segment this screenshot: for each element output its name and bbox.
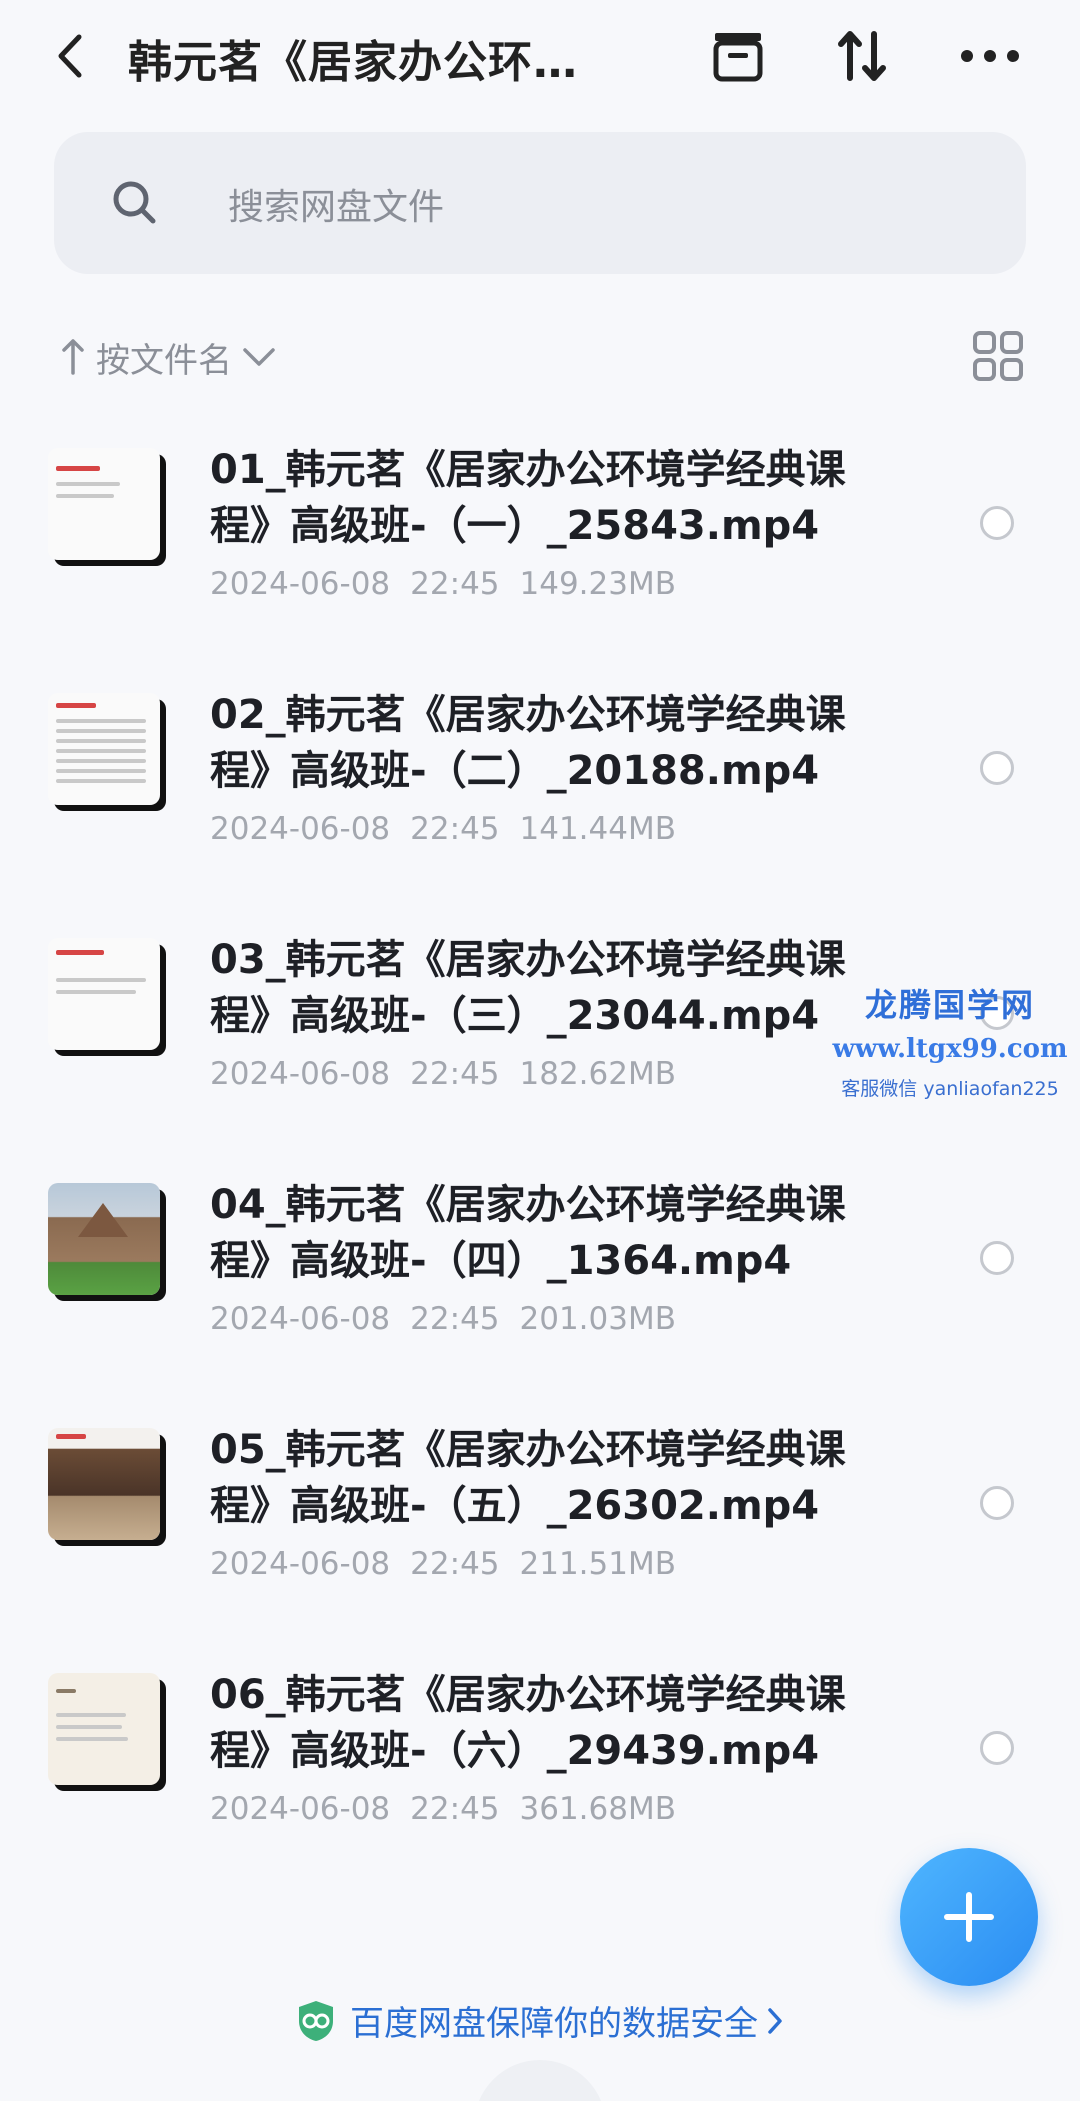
file-time: 22:45 (410, 1791, 500, 1827)
plus-icon (944, 1892, 994, 1942)
file-meta: 2024-06-08 22:45 141.44MB (210, 811, 696, 847)
list-item[interactable]: 06_韩元茗《居家办公环境学经典课程》高级班-（六）_29439.mp4 202… (0, 1645, 1080, 1890)
file-size: 141.44MB (519, 811, 676, 847)
file-size: 182.62MB (519, 1056, 676, 1092)
file-name: 02_韩元茗《居家办公环境学经典课程》高级班-（二）_20188.mp4 (210, 692, 846, 794)
chevron-right-icon (768, 2007, 782, 2034)
video-thumbnail (48, 938, 160, 1050)
file-time: 22:45 (410, 1056, 500, 1092)
file-size: 211.51MB (519, 1546, 676, 1582)
list-item[interactable]: 04_韩元茗《居家办公环境学经典课程》高级班-（四）_1364.mp4 2024… (0, 1155, 1080, 1400)
select-checkbox[interactable] (980, 1241, 1014, 1275)
security-text: 百度网盘保障你的数据安全 (350, 2004, 758, 2044)
arrow-up-icon (62, 339, 84, 375)
nav-handle (474, 2060, 606, 2101)
video-thumbnail (48, 448, 160, 560)
file-meta: 2024-06-08 22:45 149.23MB (210, 566, 696, 602)
file-size: 361.68MB (519, 1791, 676, 1827)
file-date: 2024-06-08 (210, 1056, 391, 1092)
video-thumbnail (48, 1673, 160, 1785)
select-checkbox[interactable] (980, 1486, 1014, 1520)
watermark-name: 龙腾国学网 (864, 986, 1035, 1024)
file-date: 2024-06-08 (210, 566, 391, 602)
search-input[interactable]: 搜索网盘文件 (54, 132, 1026, 274)
file-name: 01_韩元茗《居家办公环境学经典课程》高级班-（一）_25843.mp4 (210, 447, 846, 549)
sort-label: 按文件名 (96, 340, 232, 381)
search-placeholder: 搜索网盘文件 (228, 187, 445, 228)
security-banner[interactable]: 百度网盘保障你的数据安全 (0, 1996, 1080, 2045)
sort-selector[interactable]: 按文件名 (60, 332, 276, 382)
select-checkbox[interactable] (980, 1731, 1014, 1765)
file-name: 06_韩元茗《居家办公环境学经典课程》高级班-（六）_29439.mp4 (210, 1672, 846, 1774)
file-date: 2024-06-08 (210, 811, 391, 847)
list-item[interactable]: 02_韩元茗《居家办公环境学经典课程》高级班-（二）_20188.mp4 202… (0, 665, 1080, 910)
file-time: 22:45 (410, 1546, 500, 1582)
watermark: 龙腾国学网 www.ltgx99.com 客服微信 yanliaofan225 (830, 980, 1070, 1101)
archive-icon[interactable] (706, 24, 770, 88)
file-meta: 2024-06-08 22:45 211.51MB (210, 1546, 696, 1582)
back-icon[interactable] (50, 28, 90, 84)
file-name: 04_韩元茗《居家办公环境学经典课程》高级班-（四）_1364.mp4 (210, 1182, 846, 1284)
page-title: 韩元茗《居家办公环… (128, 37, 578, 88)
watermark-contact: 客服微信 yanliaofan225 (841, 1078, 1059, 1100)
video-thumbnail (48, 1183, 160, 1295)
file-size: 201.03MB (519, 1301, 676, 1337)
file-list: 01_韩元茗《居家办公环境学经典课程》高级班-（一）_25843.mp4 202… (0, 420, 1080, 1890)
chevron-down-icon (243, 348, 275, 366)
top-bar: 韩元茗《居家办公环… (0, 0, 1080, 115)
file-name: 05_韩元茗《居家办公环境学经典课程》高级班-（五）_26302.mp4 (210, 1427, 846, 1529)
file-time: 22:45 (410, 1301, 500, 1337)
file-meta: 2024-06-08 22:45 361.68MB (210, 1791, 696, 1827)
video-thumbnail (48, 1428, 160, 1540)
more-icon[interactable] (958, 24, 1022, 88)
shield-icon (299, 2000, 333, 2041)
file-date: 2024-06-08 (210, 1791, 391, 1827)
file-list-page: 韩元茗《居家办公环… 搜索网盘文件 按文件名 01_韩元茗《居家办公环境学经典课… (0, 0, 1080, 2101)
file-date: 2024-06-08 (210, 1546, 391, 1582)
file-time: 22:45 (410, 811, 500, 847)
file-meta: 2024-06-08 22:45 201.03MB (210, 1301, 696, 1337)
select-checkbox[interactable] (980, 506, 1014, 540)
file-meta: 2024-06-08 22:45 182.62MB (210, 1056, 696, 1092)
select-checkbox[interactable] (980, 751, 1014, 785)
list-item[interactable]: 05_韩元茗《居家办公环境学经典课程》高级班-（五）_26302.mp4 202… (0, 1400, 1080, 1645)
video-thumbnail (48, 693, 160, 805)
file-time: 22:45 (410, 566, 500, 602)
search-icon (113, 181, 156, 224)
file-name: 03_韩元茗《居家办公环境学经典课程》高级班-（三）_23044.mp4 (210, 937, 846, 1039)
file-size: 149.23MB (519, 566, 676, 602)
add-button[interactable] (900, 1848, 1038, 1986)
sort-icon[interactable] (830, 24, 894, 88)
list-item[interactable]: 01_韩元茗《居家办公环境学经典课程》高级班-（一）_25843.mp4 202… (0, 420, 1080, 665)
watermark-url: www.ltgx99.com (832, 1034, 1068, 1064)
grid-view-icon[interactable] (972, 330, 1024, 382)
file-date: 2024-06-08 (210, 1301, 391, 1337)
